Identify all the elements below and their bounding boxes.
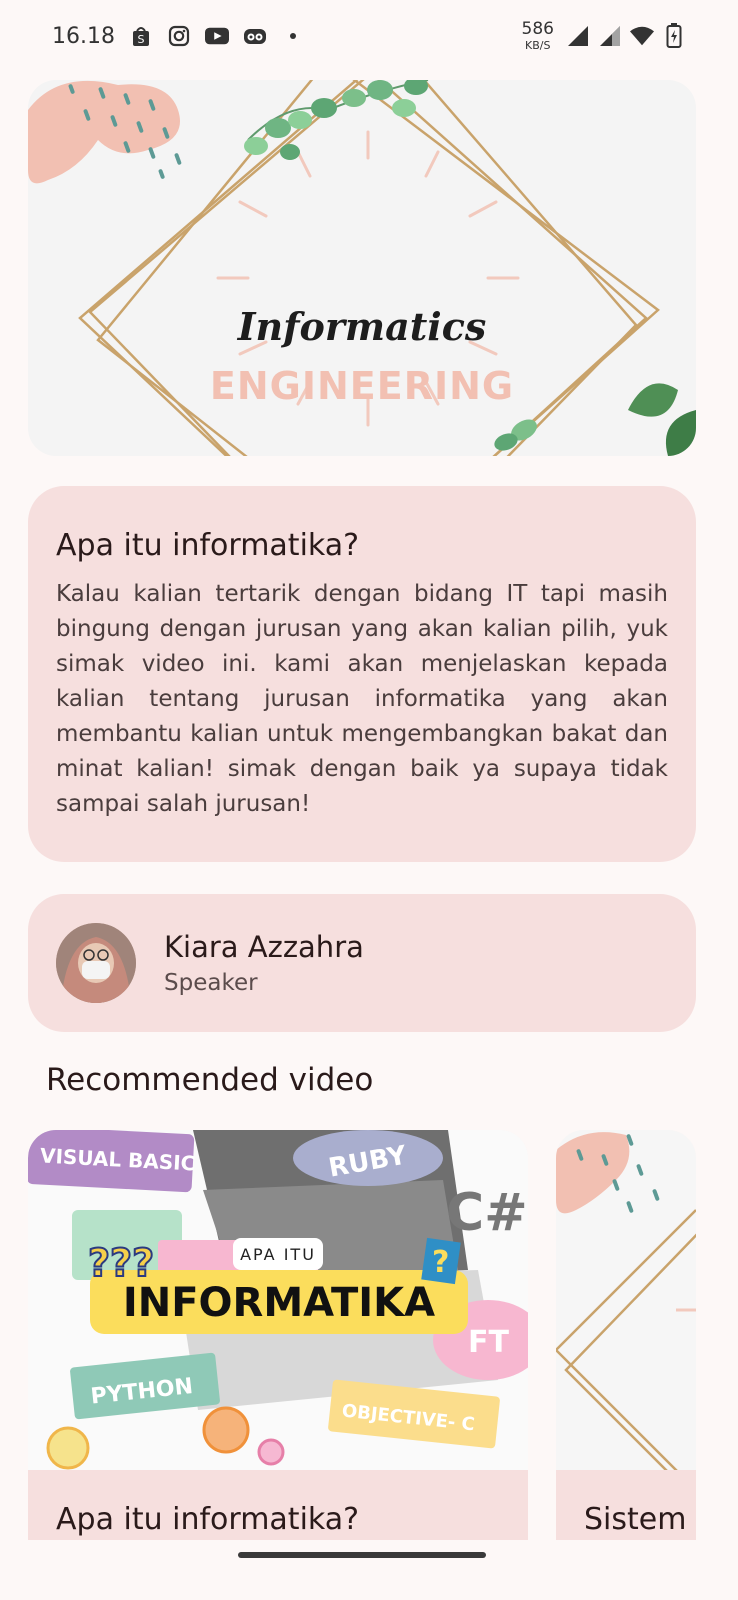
- status-time: 16.18: [52, 23, 115, 49]
- video-card[interactable]: Sistem: [556, 1130, 696, 1540]
- youtube-icon: [204, 24, 229, 48]
- instagram-icon: [167, 24, 191, 48]
- video-card[interactable]: VISUAL BASIC RUBY C# FT APA ITU INFORMAT…: [28, 1130, 528, 1540]
- gesture-bar[interactable]: [238, 1552, 486, 1558]
- svg-text:S: S: [137, 33, 144, 46]
- speaker-card[interactable]: Kiara Azzahra Speaker: [28, 894, 696, 1032]
- signal-icon: [566, 24, 590, 48]
- speaker-name: Kiara Azzahra: [164, 930, 364, 964]
- tag-swift: FT: [468, 1325, 509, 1360]
- shopee-icon: S: [129, 24, 153, 48]
- avatar: [56, 923, 136, 1003]
- hero-title: Informatics: [237, 304, 487, 349]
- svg-text:???: ???: [88, 1241, 154, 1285]
- status-bar: 16.18 S 586 KB/S: [0, 0, 738, 72]
- network-speed-unit: KB/S: [525, 39, 551, 52]
- network-speed: 586 KB/S: [521, 19, 554, 52]
- recommended-section-title: Recommended video: [46, 1062, 374, 1098]
- info-card: Apa itu informatika? Kalau kalian tertar…: [28, 486, 696, 862]
- video-thumbnail[interactable]: [556, 1130, 696, 1470]
- dot-icon: [281, 24, 305, 48]
- tag-csharp: C#: [446, 1183, 528, 1243]
- signal-icon: [598, 24, 622, 48]
- wifi-icon: [630, 24, 654, 48]
- info-title: Apa itu informatika?: [56, 528, 360, 563]
- video-title: Apa itu informatika?: [56, 1502, 360, 1537]
- info-body: Kalau kalian tertarik dengan bidang IT t…: [56, 581, 668, 817]
- speaker-role: Speaker: [164, 970, 258, 996]
- tripadvisor-icon: [243, 24, 267, 48]
- video-thumbnail[interactable]: VISUAL BASIC RUBY C# FT APA ITU INFORMAT…: [28, 1130, 528, 1470]
- hero-subtitle: ENGINEERING: [209, 364, 515, 408]
- thumb-informatika: INFORMATIKA: [123, 1280, 435, 1326]
- video-title: Sistem: [584, 1502, 687, 1537]
- hero-banner: Informatics ENGINEERING: [28, 80, 696, 456]
- svg-text:?: ?: [432, 1245, 449, 1280]
- thumb-apa-itu: APA ITU: [240, 1245, 316, 1264]
- network-speed-value: 586: [521, 19, 554, 39]
- battery-icon: [662, 23, 686, 48]
